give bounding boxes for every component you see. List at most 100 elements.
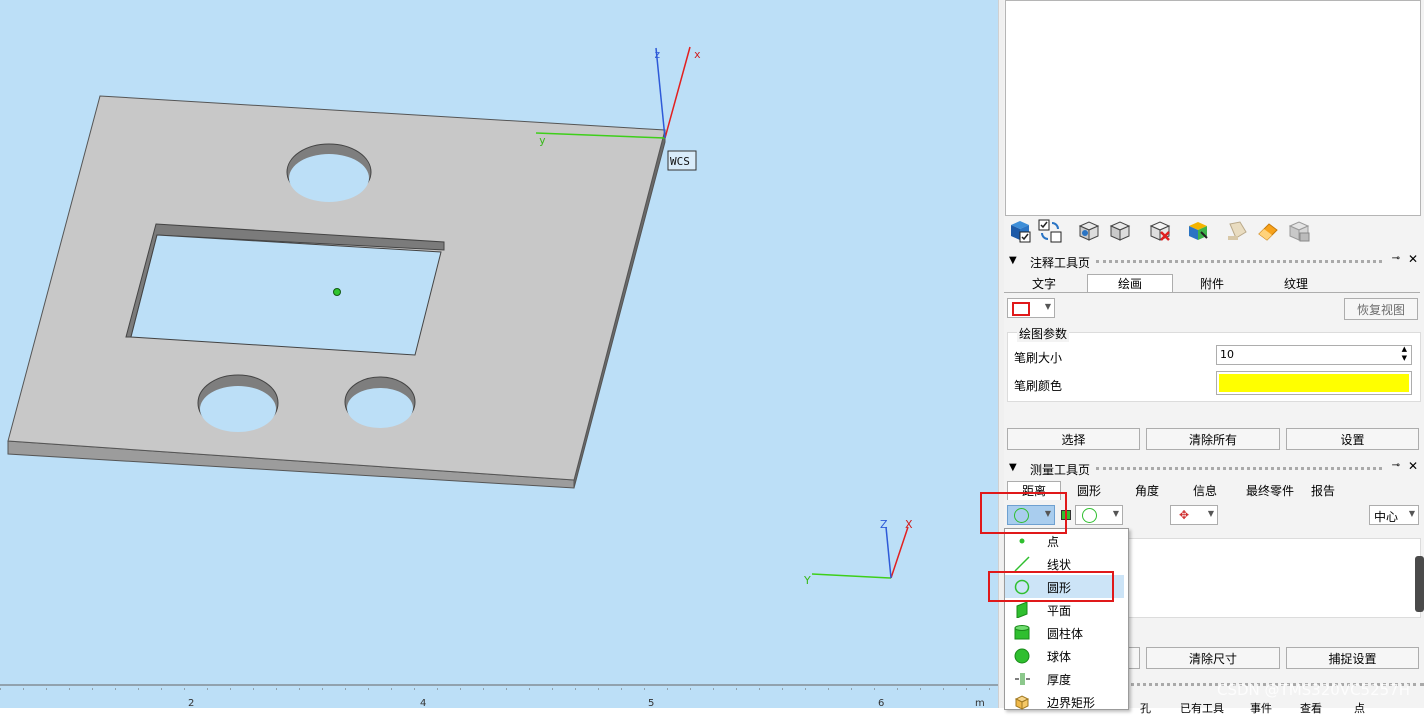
- menu-item-cylinder[interactable]: 圆柱体: [1005, 621, 1124, 644]
- 3d-viewport[interactable]: x y z WCS X Y Z 2 4 5 6 m: [0, 0, 998, 708]
- cube-gray-icon[interactable]: [1286, 218, 1312, 244]
- bottom-ruler: [0, 684, 998, 690]
- preview-area: [1005, 0, 1421, 216]
- bottom-tab-point[interactable]: 点: [1354, 700, 1365, 716]
- tab-divider: [1004, 292, 1420, 293]
- ruler-tick-5: 5: [648, 698, 655, 708]
- sphere-icon: [1013, 648, 1031, 664]
- hole-bottom-left: [200, 386, 276, 432]
- menu-item-thickness[interactable]: 厚度: [1005, 667, 1124, 690]
- center-select-dropdown[interactable]: 中心 ▼: [1369, 505, 1419, 525]
- plane-icon: [1013, 601, 1031, 619]
- circle-icon: [1082, 508, 1097, 523]
- cube-checked-icon[interactable]: [1007, 218, 1033, 244]
- watermark: CSDN @TMS320VC5257H: [1217, 681, 1410, 699]
- collapse-triangle-icon[interactable]: ▼: [1009, 255, 1017, 266]
- wcs-label: WCS: [670, 155, 690, 168]
- bottom-tab-hole[interactable]: 孔: [1140, 700, 1151, 716]
- highlight-dropdown-box: [980, 492, 1067, 534]
- chevron-down-icon: ▼: [1408, 509, 1415, 518]
- measure-panel-title: 测量工具页: [1030, 463, 1091, 477]
- snap-settings-button[interactable]: 捕捉设置: [1286, 647, 1419, 669]
- menu-item-label: 圆柱体: [1047, 627, 1084, 641]
- tab-text[interactable]: 文字: [1018, 275, 1070, 293]
- measure-panel-header[interactable]: ▼ 测量工具页 ⊸ ✕: [1004, 459, 1424, 477]
- tab-drawing[interactable]: 绘画: [1087, 274, 1173, 293]
- menu-item-label: 厚度: [1047, 673, 1072, 687]
- axis-z-label: z: [654, 48, 661, 61]
- entity2-type-dropdown[interactable]: ▼: [1075, 505, 1123, 525]
- chevron-down-icon: ▼: [1044, 302, 1051, 311]
- bottom-tab-tools[interactable]: 已有工具: [1180, 700, 1224, 716]
- center-point: [333, 288, 341, 296]
- dot-icon: [1013, 533, 1031, 549]
- model-canvas[interactable]: x y z WCS X Y Z: [0, 0, 998, 708]
- tab-angle[interactable]: 角度: [1124, 482, 1170, 500]
- tab-report[interactable]: 报告: [1300, 482, 1346, 500]
- restore-view-button[interactable]: 恢复视图: [1344, 298, 1418, 320]
- ruler-tick-4: 4: [420, 698, 427, 708]
- paint-bucket-icon[interactable]: [1224, 218, 1250, 244]
- brush-size-spinner[interactable]: 10 ▲ ▼: [1216, 345, 1412, 365]
- tab-info[interactable]: 信息: [1182, 482, 1228, 500]
- corner-axis-x: X: [905, 518, 913, 531]
- rectangle-shape-icon: [1012, 302, 1030, 316]
- clear-dimension-button[interactable]: 清除尺寸: [1146, 647, 1280, 669]
- close-icon[interactable]: ✕: [1408, 252, 1418, 266]
- menu-item-label: 球体: [1047, 650, 1072, 664]
- cylinder-icon: [1013, 625, 1031, 641]
- axis-x-label: x: [694, 48, 701, 61]
- bottom-tab-view[interactable]: 查看: [1300, 700, 1322, 716]
- tab-texture[interactable]: 纹理: [1270, 275, 1322, 293]
- select-button[interactable]: 选择: [1007, 428, 1140, 450]
- collapse-triangle-icon[interactable]: ▼: [1009, 462, 1017, 473]
- rect-cutout: [130, 234, 442, 356]
- line-icon: [1013, 556, 1031, 572]
- eraser-icon[interactable]: [1255, 218, 1281, 244]
- cube-color-icon[interactable]: [1185, 218, 1211, 244]
- tab-circle[interactable]: 圆形: [1066, 482, 1112, 500]
- brush-color-picker[interactable]: [1216, 371, 1412, 395]
- tab-attachment[interactable]: 附件: [1186, 275, 1238, 293]
- ruler-tick-6: 6: [878, 698, 885, 708]
- menu-item-sphere[interactable]: 球体: [1005, 644, 1124, 667]
- hole-bottom-right: [347, 388, 413, 428]
- annotation-panel-title: 注释工具页: [1030, 256, 1091, 270]
- entity-type-menu[interactable]: 点 线状 圆形 平面 圆柱体 球体 厚度 边界矩形: [1004, 528, 1129, 710]
- brush-size-label: 笔刷大小: [1014, 351, 1063, 365]
- menu-item-bounding-box[interactable]: 边界矩形: [1005, 690, 1124, 713]
- menu-item-label: 边界矩形: [1047, 696, 1096, 710]
- close-icon[interactable]: ✕: [1408, 459, 1418, 473]
- checkbox-swap-icon[interactable]: [1037, 218, 1063, 244]
- side-level-meter: [1415, 556, 1424, 612]
- pin-icon[interactable]: ⊸: [1392, 460, 1400, 471]
- axes-icon: ✥: [1179, 508, 1190, 522]
- annotation-panel-header[interactable]: ▼ 注释工具页 ⊸ ✕: [1004, 252, 1424, 270]
- cube-delete-icon[interactable]: [1147, 218, 1173, 244]
- cube-view-icon-2[interactable]: [1107, 218, 1133, 244]
- chevron-down-icon: ▼: [1112, 509, 1119, 518]
- axis-dropdown[interactable]: ✥ ▼: [1170, 505, 1218, 525]
- header-grip: [1096, 467, 1382, 470]
- pin-icon[interactable]: ⊸: [1392, 253, 1400, 264]
- highlight-circle-item-box: [988, 571, 1114, 602]
- settings-button[interactable]: 设置: [1286, 428, 1419, 450]
- brush-color-swatch: [1219, 374, 1409, 392]
- drawing-params-title: 绘图参数: [1017, 325, 1070, 342]
- ruler-unit: m: [975, 698, 985, 708]
- cube-view-icon[interactable]: [1076, 218, 1102, 244]
- brush-size-value: 10: [1220, 348, 1234, 361]
- spinner-arrows-icon[interactable]: ▲ ▼: [1402, 345, 1407, 363]
- menu-item-label: 点: [1047, 535, 1060, 549]
- chevron-down-icon: ▼: [1207, 509, 1214, 518]
- bottom-tab-events[interactable]: 事件: [1250, 700, 1272, 716]
- clear-all-button[interactable]: 清除所有: [1146, 428, 1280, 450]
- axis-y-label: y: [539, 134, 546, 147]
- corner-axis-z: Z: [880, 518, 888, 531]
- ruler-tick-2: 2: [188, 698, 195, 708]
- hole-top: [289, 154, 369, 202]
- shape-select-dropdown[interactable]: ▼: [1007, 298, 1055, 318]
- header-grip: [1096, 260, 1382, 263]
- tab-final-part[interactable]: 最终零件: [1240, 482, 1300, 500]
- brush-color-label: 笔刷颜色: [1014, 379, 1063, 393]
